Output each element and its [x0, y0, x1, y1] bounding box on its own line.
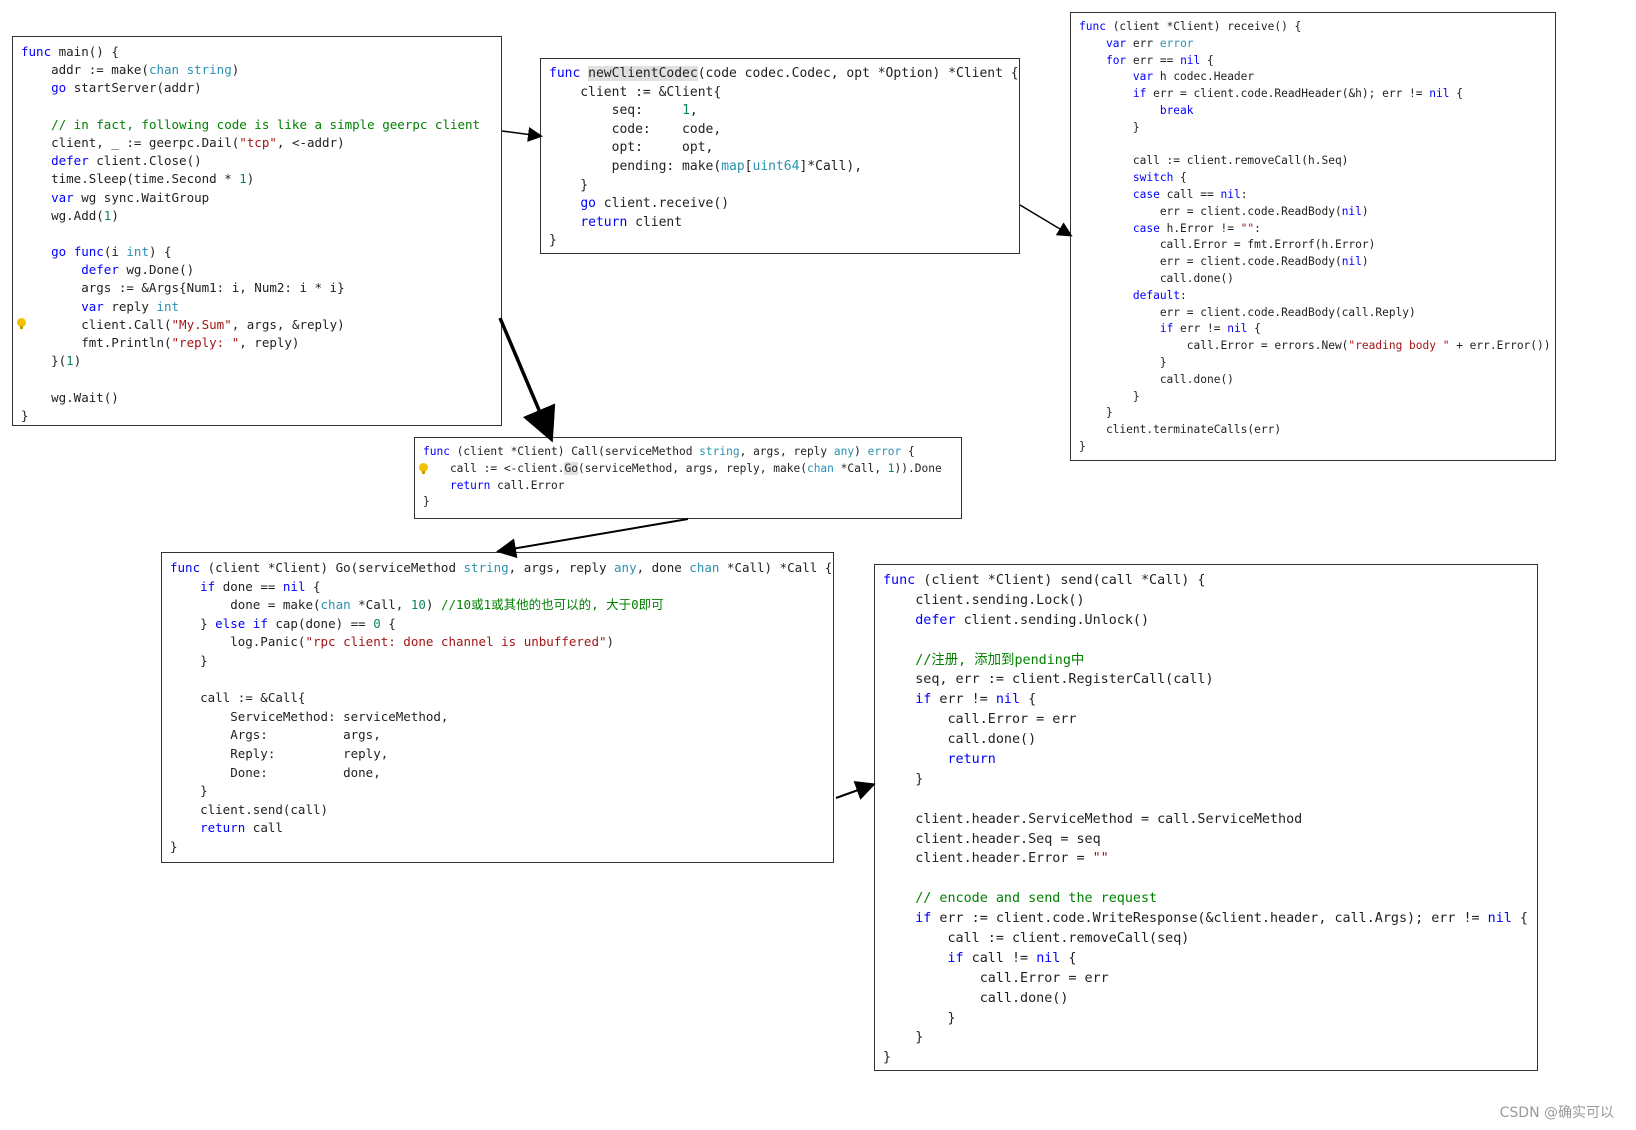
arrow-call-to-go	[496, 518, 689, 559]
arrow-codec-to-receive	[1019, 204, 1073, 237]
csdn-watermark: CSDN @确实可以	[1499, 1105, 1614, 1121]
arrow-go-to-send	[835, 781, 876, 800]
arrow-main-to-codec	[501, 126, 543, 142]
arrow-main-to-call	[498, 317, 556, 443]
flow-arrows	[496, 126, 1073, 800]
